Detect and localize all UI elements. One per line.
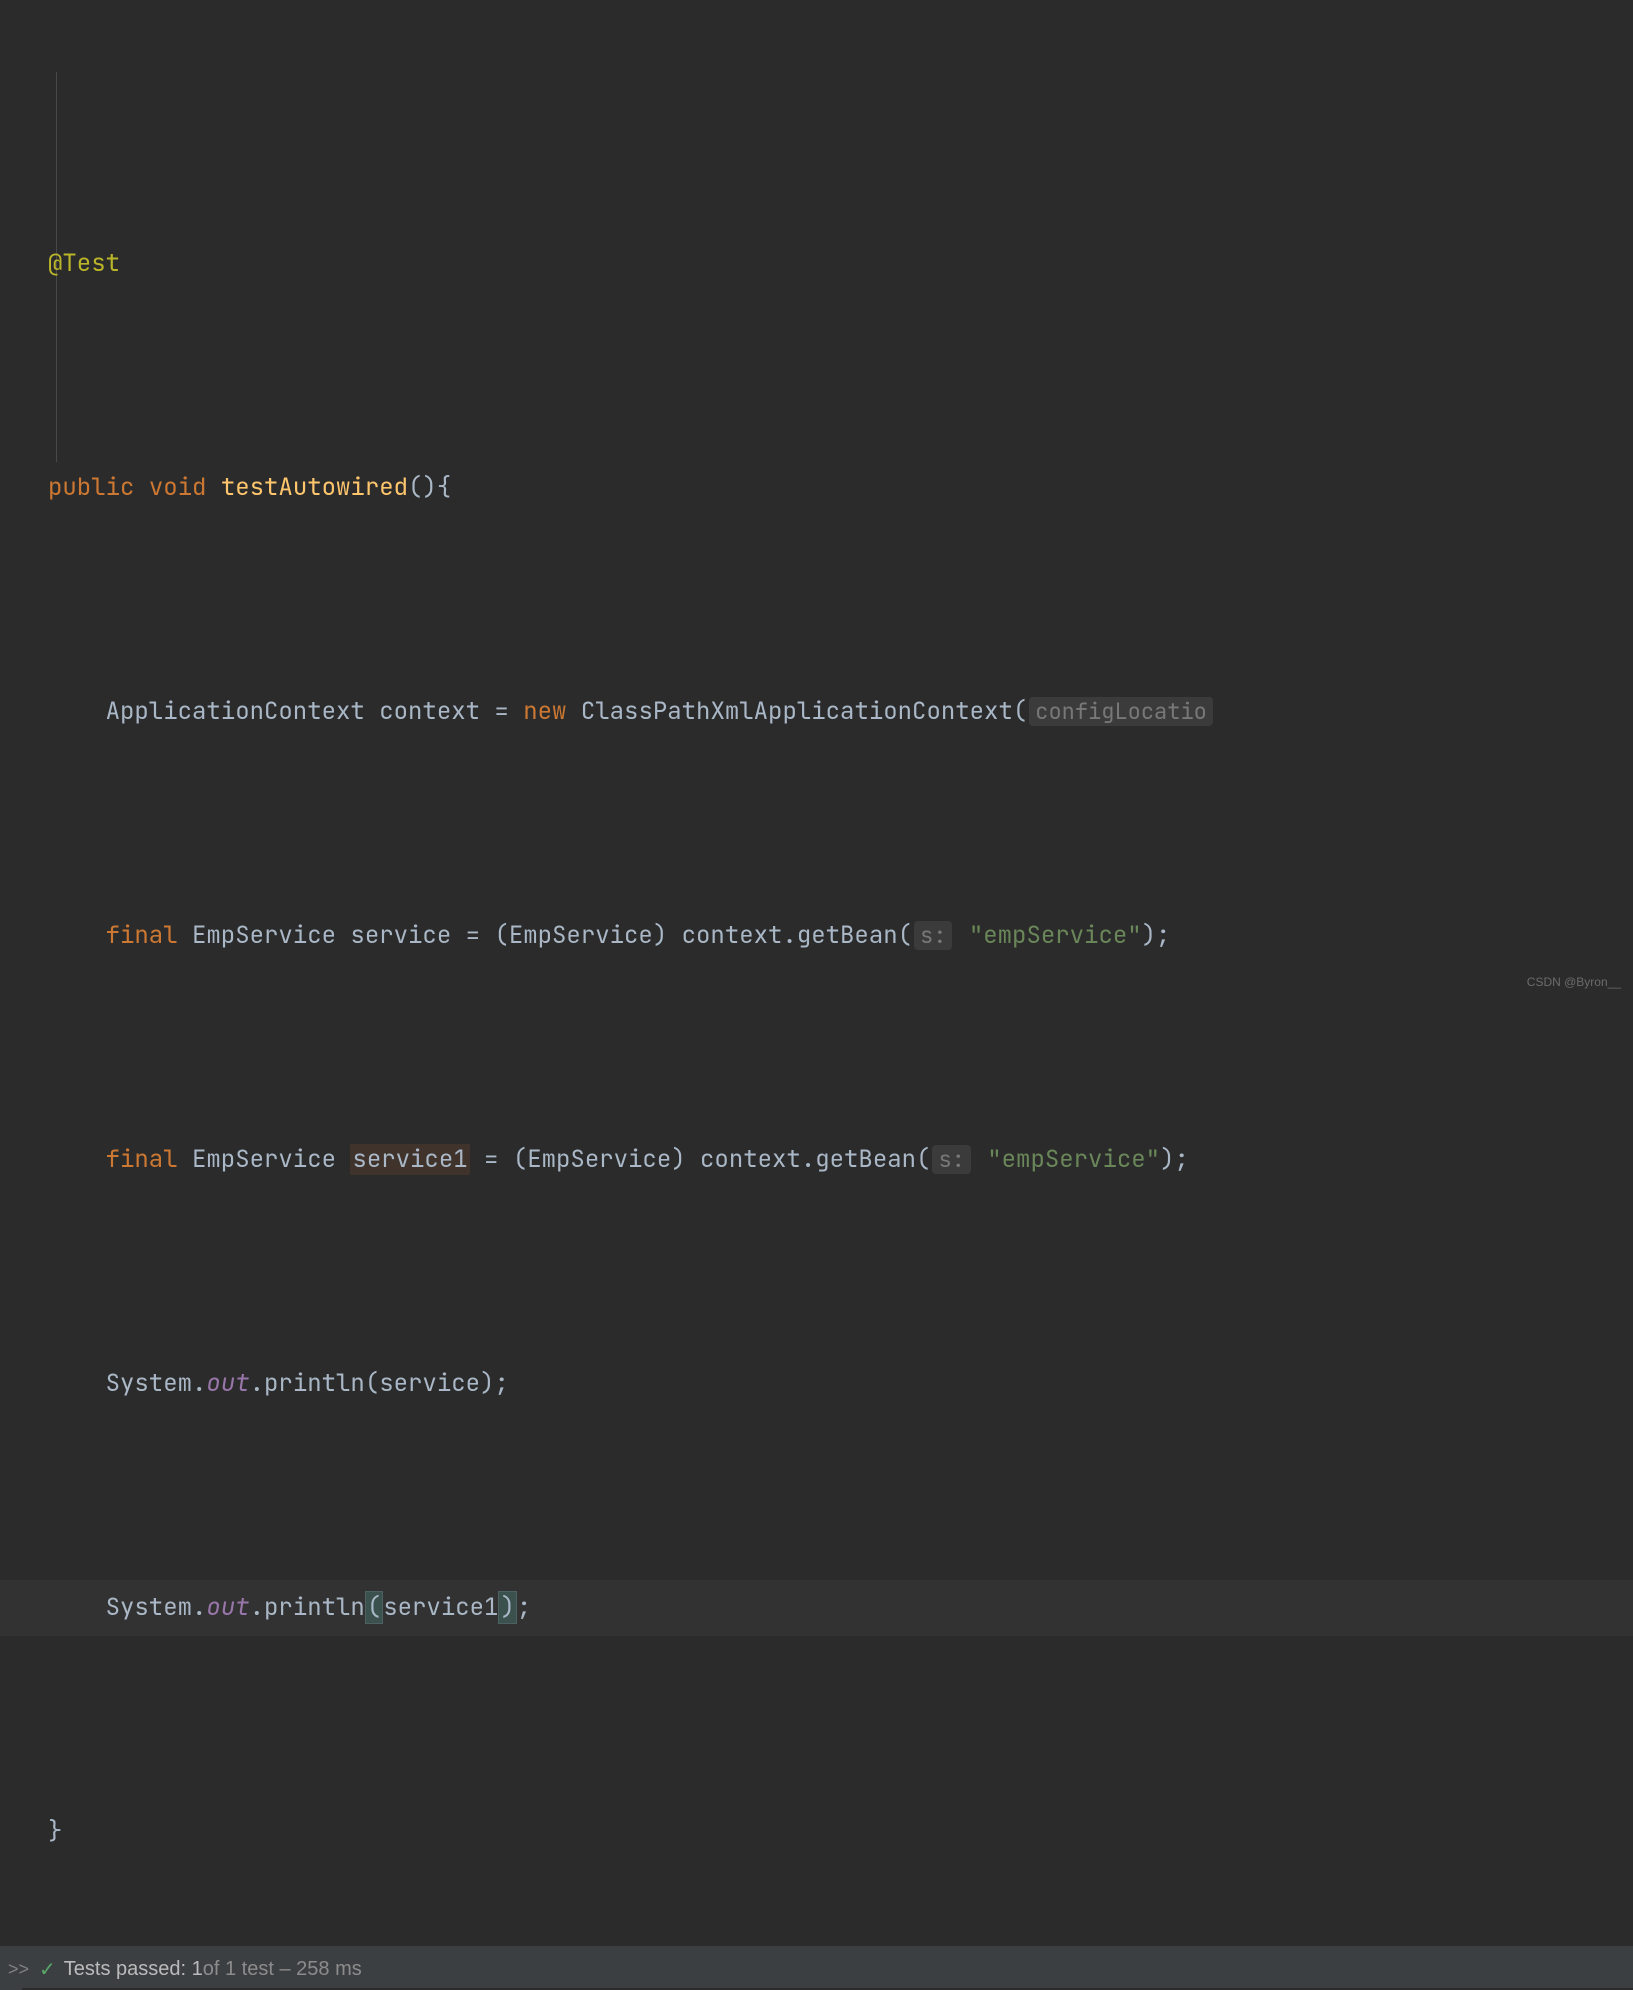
keyword-final: final xyxy=(106,920,178,951)
ctor-classpath: ClassPathXmlApplicationContext( xyxy=(581,696,1027,727)
expand-icon[interactable]: >> xyxy=(8,1959,29,1980)
code-line: public void testAutowired(){ xyxy=(0,460,1633,516)
arg-service: service xyxy=(379,1368,480,1399)
field-out: out xyxy=(206,1592,249,1623)
method-name: testAutowired xyxy=(221,472,408,503)
keyword-void: void xyxy=(149,472,207,503)
code-line-active: System.out.println(service1); xyxy=(0,1580,1633,1636)
bracket-match-open: ( xyxy=(365,1591,383,1624)
println-close: ); xyxy=(480,1368,509,1399)
console-output[interactable]: E:\tools\java\jdk\bin\java.exe ... =====… xyxy=(22,1988,1633,1990)
type-appcontext: ApplicationContext xyxy=(106,696,380,727)
arg-service1: service1 xyxy=(383,1592,498,1623)
system-ref: System. xyxy=(106,1368,207,1399)
cast-getbean: = (EmpService) context.getBean( xyxy=(466,920,912,951)
annotation-test: @Test xyxy=(48,248,120,279)
keyword-final: final xyxy=(106,1144,178,1175)
param-hint-s: s: xyxy=(932,1145,970,1174)
brace-open: { xyxy=(437,472,451,503)
check-icon: ✓ xyxy=(39,1957,56,1982)
side-tabs: s ıs xyxy=(0,1988,22,1990)
brace-close: } xyxy=(48,1816,62,1847)
code-line: final EmpService service1 = (EmpService)… xyxy=(0,1132,1633,1188)
keyword-public: public xyxy=(48,472,134,503)
method-params: () xyxy=(408,472,437,503)
code-line: @Test xyxy=(0,236,1633,292)
string-empservice: "empService" xyxy=(987,1144,1160,1175)
cast-getbean: = (EmpService) context.getBean( xyxy=(484,1144,930,1175)
var-service: service xyxy=(350,920,465,951)
string-empservice: "empService" xyxy=(969,920,1142,951)
field-out: out xyxy=(206,1368,249,1399)
call-close: ); xyxy=(1142,920,1171,951)
type-empservice: EmpService xyxy=(178,1144,351,1175)
console-panel: s ıs E:\tools\java\jdk\bin\java.exe ... … xyxy=(0,1988,1633,1990)
equals: = xyxy=(494,696,523,727)
param-hint-configlocation: configLocatio xyxy=(1029,697,1213,726)
tests-count-label: of 1 test – 258 ms xyxy=(203,1958,362,1981)
code-line: final EmpService service = (EmpService) … xyxy=(0,908,1633,964)
code-line: ApplicationContext context = new ClassPa… xyxy=(0,684,1633,740)
system-ref: System. xyxy=(106,1592,207,1623)
code-line: } xyxy=(0,1804,1633,1860)
watermark: CSDN @Byron__ xyxy=(1527,975,1621,989)
bracket-match-close: ) xyxy=(498,1591,516,1624)
test-toolbar: >> ✓ Tests passed: 1 of 1 test – 258 ms xyxy=(0,1950,1633,1988)
type-empservice: EmpService xyxy=(178,920,351,951)
param-hint-s: s: xyxy=(914,921,952,950)
code-line: System.out.println(service); xyxy=(0,1356,1633,1412)
code-editor[interactable]: @Test public void testAutowired(){ Appli… xyxy=(0,0,1633,1946)
var-service1-highlight: service1 xyxy=(350,1144,469,1175)
call-close: ); xyxy=(1160,1144,1189,1175)
tests-passed-label: Tests passed: 1 xyxy=(64,1958,203,1981)
var-context: context xyxy=(379,696,494,727)
keyword-new: new xyxy=(523,696,566,727)
println-open: .println( xyxy=(250,1368,380,1399)
